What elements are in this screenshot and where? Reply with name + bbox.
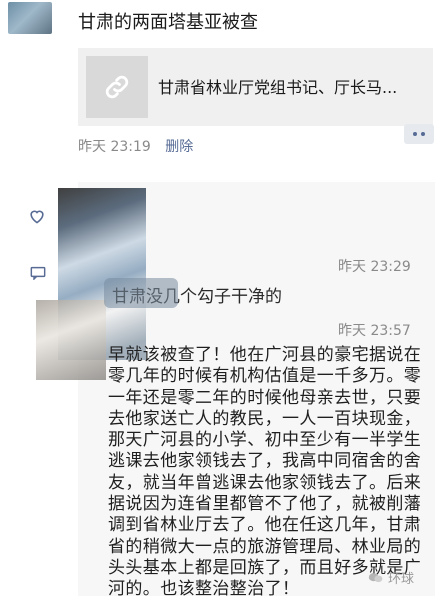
post-time: 昨天 23:19 — [78, 139, 151, 155]
link-title: 甘肃省林业厅党组书记、厅长马... — [158, 78, 398, 97]
link-icon — [105, 75, 129, 99]
watermark-text: 环球 — [388, 572, 415, 587]
comment-time: 昨天 23:57 — [338, 323, 411, 339]
post-title: 甘肃的两面塔基亚被查 — [78, 12, 258, 33]
more-actions-button[interactable] — [404, 124, 434, 144]
delete-link[interactable]: 删除 — [165, 139, 193, 155]
comment-icon — [30, 266, 46, 280]
blurred-avatar-2[interactable] — [36, 300, 106, 380]
comment-text: 甘肃没几个勾子干净的 — [104, 278, 282, 308]
link-thumbnail — [86, 56, 148, 118]
post-meta: 昨天 23:19 删除 — [78, 136, 193, 156]
post-thumbnail[interactable] — [8, 2, 52, 34]
heart-icon — [30, 210, 44, 224]
chat-logo-icon — [368, 572, 383, 582]
comment-time: 昨天 23:29 — [338, 259, 411, 275]
comment-text: 早就该被查了！他在广河县的豪宅据说在零几年的时候有机构估值是一千多万。零一年还是… — [108, 345, 422, 600]
redaction-smudge — [104, 278, 178, 308]
shared-link-card[interactable]: 甘肃省林业厅党组书记、厅长马... — [78, 48, 433, 126]
watermark: 环球 — [368, 568, 414, 587]
